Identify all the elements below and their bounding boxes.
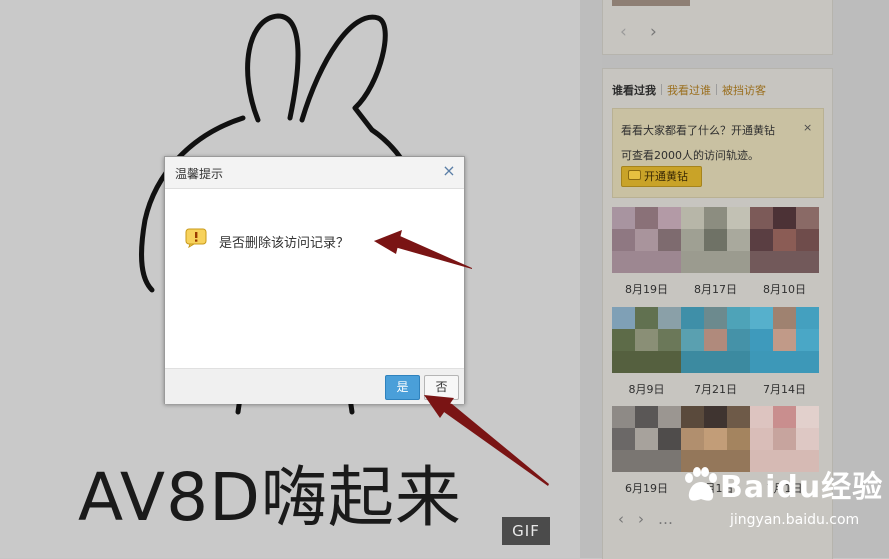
visitor-avatar[interactable] [612, 406, 681, 472]
visit-date: 7月14日 [763, 383, 806, 396]
top-card [602, 0, 833, 55]
promo-text-line1: 看看大家都看了什么？开通黄钻 [621, 124, 775, 137]
visitor-item[interactable]: 8月17日 [681, 207, 750, 296]
diamond-icon [628, 170, 641, 180]
watermark-brand: Baidu经验 [720, 470, 884, 505]
visit-date: 6月19日 [625, 482, 668, 495]
tab-divider [661, 84, 662, 95]
promo-close-icon[interactable]: × [803, 121, 812, 134]
chevron-left-icon[interactable]: ‹ [620, 22, 627, 42]
tab-divider [716, 84, 717, 95]
visitor-pager: ‹ › … [618, 510, 687, 528]
visitor-item[interactable]: 7月14日 [750, 307, 819, 396]
dialog-footer: 是 否 [165, 368, 464, 404]
close-icon[interactable]: × [441, 163, 457, 179]
promo-button-label: 开通黄钻 [644, 170, 688, 183]
visitor-item[interactable]: 7月21日 [681, 307, 750, 396]
dialog-title: 温馨提示 [175, 167, 224, 181]
visitor-avatar[interactable] [612, 307, 681, 373]
top-card-thumbnail[interactable] [612, 0, 690, 6]
yellow-diamond-promo: 看看大家都看了什么？开通黄钻 × 可查看2000人的访问轨迹。 开通黄钻 [612, 108, 824, 198]
visit-date: 7月21日 [694, 383, 737, 396]
tab-blocked-visitors[interactable]: 被挡访客 [722, 82, 766, 98]
visitor-avatar[interactable] [681, 207, 750, 273]
page-gutter [580, 0, 602, 558]
dialog-header[interactable]: 温馨提示 × [165, 157, 464, 189]
visitor-item[interactable]: 8月10日 [750, 207, 819, 296]
visitor-tabs: 谁看过我 我看过谁 被挡访客 [612, 82, 766, 98]
image-caption: AV8D嗨起来 [78, 459, 462, 536]
confirm-dialog: 温馨提示 × 是否删除该访问记录？ 是 否 [164, 156, 465, 404]
tab-who-visited-me[interactable]: 谁看过我 [612, 82, 656, 98]
visitor-avatar[interactable] [612, 207, 681, 273]
visit-date: 8月19日 [625, 283, 668, 296]
visitor-item[interactable]: 8月19日 [612, 207, 681, 296]
yes-button[interactable]: 是 [385, 375, 420, 400]
more-icon[interactable]: … [658, 510, 673, 528]
chevron-right-icon[interactable]: › [638, 510, 644, 528]
chevron-right-icon[interactable]: › [650, 22, 657, 42]
open-yellow-diamond-button[interactable]: 开通黄钻 [621, 166, 702, 187]
gif-badge[interactable]: GIF [502, 517, 550, 545]
dialog-message: 是否删除该访问记录？ [219, 236, 350, 251]
visitor-avatar[interactable] [681, 307, 750, 373]
warning-icon [185, 228, 207, 248]
promo-text-line2: 可查看2000人的访问轨迹。 [621, 149, 759, 162]
watermark-url: jingyan.baidu.com [730, 512, 860, 528]
visitor-avatar[interactable] [750, 307, 819, 373]
chevron-left-icon[interactable]: ‹ [618, 510, 624, 528]
baidu-jingyan-watermark: Baidu经验 jingyan.baidu.com [680, 462, 885, 542]
no-button[interactable]: 否 [424, 375, 459, 400]
visitor-item[interactable]: 8月9日 [612, 307, 681, 396]
visit-date: 8月17日 [694, 283, 737, 296]
tab-who-i-visited[interactable]: 我看过谁 [667, 82, 711, 98]
baidu-paw-logo [685, 467, 717, 501]
visit-date: 8月10日 [763, 283, 806, 296]
visitor-item[interactable]: 6月19日 [612, 406, 681, 495]
visitor-avatar[interactable] [750, 207, 819, 273]
visit-date: 8月9日 [628, 383, 665, 396]
